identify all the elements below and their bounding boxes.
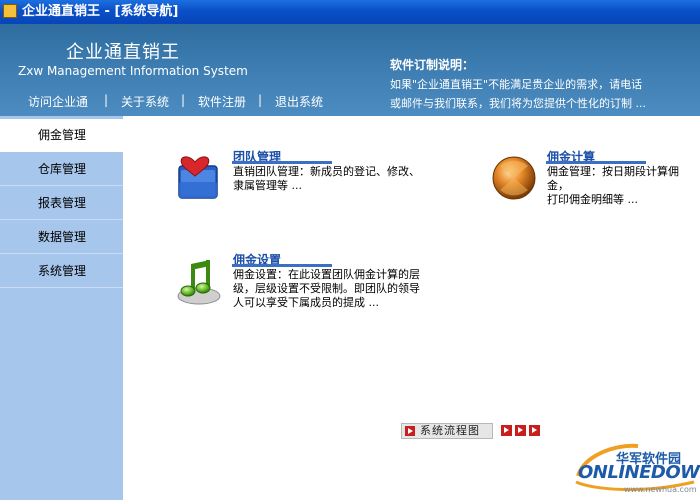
arrow-right-icon[interactable]: [529, 425, 540, 436]
sidebar-item-data[interactable]: 数据管理: [0, 221, 123, 254]
nav-register-link[interactable]: 软件注册: [198, 93, 246, 110]
nav-separator: |: [104, 93, 109, 107]
window-title: 企业通直销王 - [系统导航]: [22, 4, 179, 19]
sidebar: 佣金管理 仓库管理 报表管理 数据管理 系统管理: [0, 116, 123, 500]
card-desc-team: 直销团队管理：新成员的登记、修改、 隶属管理等 ...: [233, 165, 433, 193]
card-desc-commission-calc: 佣金管理：按日期段计算佣金， 打印佣金明细等 ...: [547, 165, 697, 207]
orange-orb-icon[interactable]: [490, 154, 538, 202]
watermark-en: ONLINEDOWN: [578, 462, 700, 483]
music-note-icon[interactable]: [176, 258, 222, 306]
sidebar-item-reports[interactable]: 报表管理: [0, 187, 123, 220]
brand-title: 企业通直销王: [66, 42, 180, 63]
sidebar-item-commission[interactable]: 佣金管理: [0, 119, 123, 152]
watermark-url: www.newhua.com: [624, 485, 697, 494]
desc-line: 佣金设置：在此设置团队佣金计算的层: [233, 268, 420, 281]
desc-line: 佣金管理：按日期段计算佣金，: [547, 165, 679, 192]
desc-line: 隶属管理等 ...: [233, 179, 302, 192]
desc-line: 级，层级设置不受限制。即团队的领导: [233, 282, 420, 295]
window-titlebar: 企业通直销王 - [系统导航]: [0, 0, 700, 24]
arrow-right-icon[interactable]: [515, 425, 526, 436]
folder-heart-icon[interactable]: [175, 152, 223, 202]
nav-exit-link[interactable]: 退出系统: [275, 93, 323, 110]
play-icon: [405, 426, 415, 436]
nav-visit-link[interactable]: 访问企业通: [28, 93, 88, 110]
flowchart-label: 系统流程图: [420, 424, 480, 437]
notice-title: 软件订制说明：: [390, 58, 475, 72]
nav-separator: |: [258, 93, 263, 107]
flowchart-button[interactable]: 系统流程图: [401, 423, 493, 439]
title-underline: [232, 264, 332, 267]
card-desc-commission-settings: 佣金设置：在此设置团队佣金计算的层 级，层级设置不受限制。即团队的领导 人可以享…: [233, 268, 438, 310]
sidebar-item-warehouse[interactable]: 仓库管理: [0, 153, 123, 186]
nav-separator: |: [181, 93, 186, 107]
desc-line: 人可以享受下属成员的提成 ...: [233, 296, 379, 309]
notice-text: 如果"企业通直销王"不能满足贵企业的需求，请电话 或邮件与我们联系，我们将为您提…: [390, 75, 690, 113]
app-icon: [3, 4, 17, 18]
title-underline: [546, 161, 646, 164]
notice-line: 或邮件与我们联系，我们将为您提供个性化的订制 ...: [390, 97, 646, 110]
desc-line: 打印佣金明细等 ...: [547, 193, 638, 206]
nav-about-link[interactable]: 关于系统: [121, 93, 169, 110]
arrow-right-icon[interactable]: [501, 425, 512, 436]
notice-line: 如果"企业通直销王"不能满足贵企业的需求，请电话: [390, 78, 643, 91]
sidebar-item-system[interactable]: 系统管理: [0, 255, 123, 288]
brand-subtitle: Zxw Management Information System: [18, 64, 248, 78]
desc-line: 直销团队管理：新成员的登记、修改、: [233, 165, 420, 178]
title-underline: [232, 161, 332, 164]
app-header: 企业通直销王 Zxw Management Information System…: [0, 24, 700, 116]
